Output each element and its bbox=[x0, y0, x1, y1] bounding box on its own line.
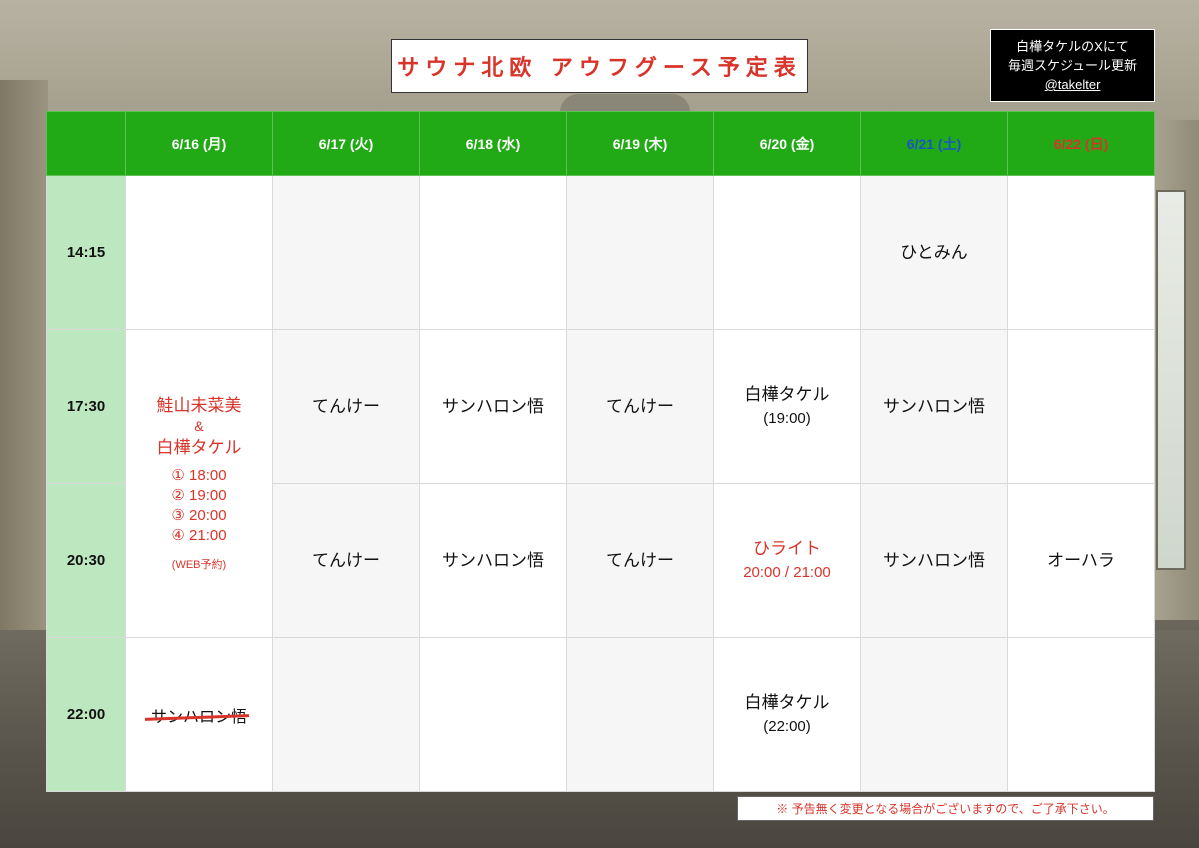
session-time: 20:00 / 21:00 bbox=[743, 563, 831, 581]
performer-name: サンハロン悟 bbox=[883, 396, 985, 416]
session-time: ④ 21:00 bbox=[171, 527, 227, 544]
slot-fri-2030: ひライト 20:00 / 21:00 bbox=[713, 483, 861, 638]
performer-name: ひライト bbox=[753, 538, 821, 558]
slot-wed-2030: サンハロン悟 bbox=[419, 483, 567, 638]
performer-name: サンハロン悟 bbox=[442, 550, 544, 570]
time-label: 22:00 bbox=[46, 637, 126, 792]
day-header-sun: 6/22 (日) bbox=[1007, 111, 1155, 176]
performer-name: 白樺タケル bbox=[744, 692, 830, 712]
session-time: ② 19:00 bbox=[171, 487, 227, 504]
slot-mon-1415 bbox=[125, 175, 273, 330]
performer-name: サンハロン悟 bbox=[442, 396, 544, 416]
slot-thu-2200 bbox=[566, 637, 714, 792]
performer-name: サンハロン悟 bbox=[883, 550, 985, 570]
disclaimer-note: ※ 予告無く変更となる場合がございますので、ご了承下さい。 bbox=[737, 796, 1154, 821]
x-handle-link[interactable]: @takelter bbox=[1045, 75, 1101, 94]
slot-thu-2030: てんけー bbox=[566, 483, 714, 638]
slot-wed-2200 bbox=[419, 637, 567, 792]
day-header-mon: 6/16 (月) bbox=[125, 111, 273, 176]
slot-wed-1730: サンハロン悟 bbox=[419, 329, 567, 484]
slot-sun-1415 bbox=[1007, 175, 1155, 330]
schedule-title: サウナ北欧 アウフグース予定表 bbox=[391, 39, 808, 93]
slot-thu-1730: てんけー bbox=[566, 329, 714, 484]
time-label: 17:30 bbox=[46, 329, 126, 484]
info-line-1: 白樺タケルのXにて bbox=[1016, 39, 1129, 54]
schedule-table: 6/16 (月) 6/17 (火) 6/18 (水) 6/19 (木) 6/20… bbox=[46, 111, 1155, 792]
slot-tue-1415 bbox=[272, 175, 420, 330]
performer-name: オーハラ bbox=[1047, 550, 1115, 570]
performer-name: ひとみん bbox=[900, 242, 968, 262]
background-wall-left bbox=[0, 80, 48, 640]
day-header-fri: 6/20 (金) bbox=[713, 111, 861, 176]
time-row-2200: 22:00 サンハロン悟 白樺タケル (22:00) bbox=[46, 637, 1155, 792]
performer-name: 白樺タケル bbox=[156, 438, 242, 457]
header-corner bbox=[46, 111, 126, 176]
time-row-1415: 14:15 ひとみん bbox=[46, 175, 1155, 330]
day-header-tue: 6/17 (火) bbox=[272, 111, 420, 176]
time-label: 14:15 bbox=[46, 175, 126, 330]
slot-tue-2030: てんけー bbox=[272, 483, 420, 638]
background-window bbox=[1156, 190, 1186, 570]
day-header-wed: 6/18 (水) bbox=[419, 111, 567, 176]
performer-name: てんけー bbox=[312, 550, 380, 570]
slot-mon-2200: サンハロン悟 bbox=[125, 637, 273, 792]
slot-tue-1730: てんけー bbox=[272, 329, 420, 484]
header-row: 6/16 (月) 6/17 (火) 6/18 (水) 6/19 (木) 6/20… bbox=[46, 111, 1155, 176]
slot-sat-1730: サンハロン悟 bbox=[860, 329, 1008, 484]
cancelled-performer: サンハロン悟 bbox=[151, 703, 247, 727]
slot-fri-1730: 白樺タケル (19:00) bbox=[713, 329, 861, 484]
slot-sat-2200 bbox=[860, 637, 1008, 792]
slot-sun-2200 bbox=[1007, 637, 1155, 792]
slot-fri-1415 bbox=[713, 175, 861, 330]
web-reservation-note: (WEB予約) bbox=[171, 559, 227, 571]
time-row-1730: 17:30 鮭山未菜美 & 白樺タケル ① 18:00 ② 19:00 ③ 20… bbox=[46, 329, 1155, 638]
performer-name: てんけー bbox=[606, 396, 674, 416]
day-header-thu: 6/19 (木) bbox=[566, 111, 714, 176]
performer-name: 鮭山未菜美 bbox=[156, 396, 242, 415]
slot-sun-1730 bbox=[1007, 329, 1155, 484]
update-info-box: 白樺タケルのXにて 毎週スケジュール更新 @takelter bbox=[990, 29, 1155, 102]
slot-mon-special-event: 鮭山未菜美 & 白樺タケル ① 18:00 ② 19:00 ③ 20:00 ④ … bbox=[125, 329, 273, 638]
performer-name: てんけー bbox=[606, 550, 674, 570]
time-label: 20:30 bbox=[46, 483, 126, 638]
session-time: (19:00) bbox=[763, 409, 811, 427]
session-time: ① 18:00 bbox=[171, 467, 227, 484]
slot-thu-1415 bbox=[566, 175, 714, 330]
ampersand: & bbox=[194, 418, 204, 434]
slot-fri-2200: 白樺タケル (22:00) bbox=[713, 637, 861, 792]
background-lamp bbox=[560, 94, 690, 112]
performer-name: てんけー bbox=[312, 396, 380, 416]
session-time: (22:00) bbox=[763, 717, 811, 735]
slot-sat-2030: サンハロン悟 bbox=[860, 483, 1008, 638]
slot-sat-1415: ひとみん bbox=[860, 175, 1008, 330]
info-line-2: 毎週スケジュール更新 bbox=[1007, 58, 1138, 73]
slot-wed-1415 bbox=[419, 175, 567, 330]
slot-tue-2200 bbox=[272, 637, 420, 792]
slot-sun-2030: オーハラ bbox=[1007, 483, 1155, 638]
day-header-sat: 6/21 (土) bbox=[860, 111, 1008, 176]
session-time: ③ 20:00 bbox=[171, 507, 227, 524]
performer-name: 白樺タケル bbox=[744, 384, 830, 404]
